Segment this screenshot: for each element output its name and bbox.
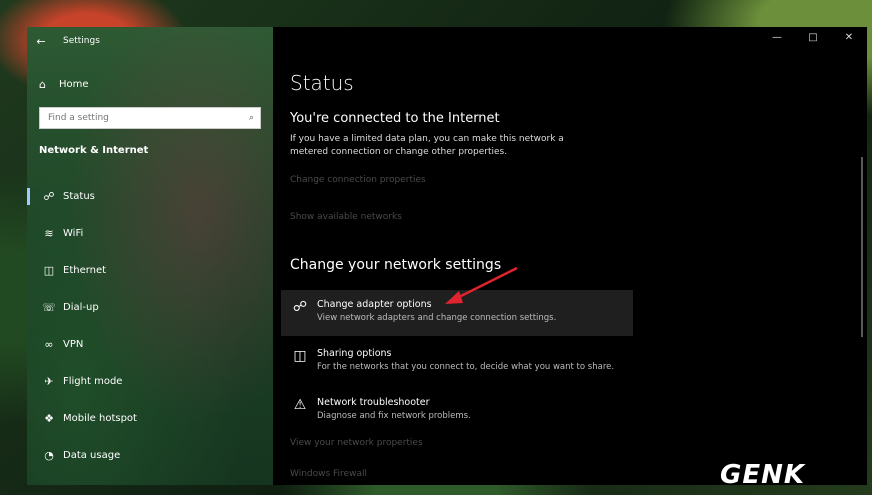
option-description: For the networks that you connect to, de… — [317, 362, 615, 372]
sidebar-item-label: Status — [63, 191, 95, 202]
wifi-icon: ≋ — [44, 227, 54, 240]
title-bar: ← Settings — [27, 27, 273, 55]
option-text: Change adapter options View network adap… — [317, 299, 556, 323]
sidebar-item-label: Ethernet — [63, 265, 107, 276]
sidebar-item-label: Flight mode — [63, 376, 123, 387]
sidebar-item-mobile-hotspot[interactable]: ❖ Mobile hotspot — [27, 400, 273, 437]
window-title: Settings — [63, 36, 100, 46]
nav-list: ☍ Status ≋ WiFi ◫ Ethernet ☏ Dial-up ∞ V… — [27, 178, 273, 474]
option-text: Network troubleshooter Diagnose and fix … — [317, 397, 471, 421]
sidebar-item-label: Mobile hotspot — [63, 413, 137, 424]
change-adapter-options-button[interactable]: ☍ Change adapter options View network ad… — [281, 290, 633, 336]
sidebar-item-label: VPN — [63, 339, 84, 350]
data-usage-icon: ◔ — [44, 449, 54, 462]
sidebar: ← Settings ⌂ Home ⌕ Network & Internet ☍… — [27, 27, 273, 485]
main-content: — □ ✕ Status You're connected to the Int… — [273, 27, 867, 485]
sidebar-item-status[interactable]: ☍ Status — [27, 178, 273, 215]
sidebar-item-wifi[interactable]: ≋ WiFi — [27, 215, 273, 252]
home-icon: ⌂ — [39, 77, 46, 91]
change-settings-heading: Change your network settings — [290, 257, 502, 273]
sidebar-item-data-usage[interactable]: ◔ Data usage — [27, 437, 273, 474]
search-icon[interactable]: ⌕ — [249, 113, 254, 123]
windows-firewall-link[interactable]: Windows Firewall — [290, 469, 367, 479]
search-box[interactable]: ⌕ — [39, 107, 261, 129]
close-icon[interactable]: ✕ — [831, 27, 867, 53]
sidebar-item-dialup[interactable]: ☏ Dial-up — [27, 289, 273, 326]
hotspot-icon: ❖ — [44, 412, 54, 425]
option-description: View network adapters and change connect… — [317, 313, 557, 323]
genk-logo: GENK — [720, 460, 806, 490]
sidebar-item-label: Data usage — [63, 450, 121, 461]
minimize-icon[interactable]: — — [759, 27, 795, 53]
sidebar-item-flight-mode[interactable]: ✈ Flight mode — [27, 363, 273, 400]
airplane-icon: ✈ — [44, 375, 54, 388]
globe-icon: ☍ — [43, 190, 55, 203]
option-text: Sharing options For the networks that yo… — [317, 348, 614, 372]
scrollbar[interactable] — [861, 157, 863, 337]
dialup-icon: ☏ — [42, 301, 56, 314]
back-arrow-icon[interactable]: ← — [27, 35, 55, 48]
search-input[interactable] — [46, 112, 230, 124]
option-title: Network troubleshooter — [317, 397, 430, 408]
section-title: Network & Internet — [39, 145, 149, 156]
adapter-icon: ☍ — [292, 299, 308, 315]
nav-home[interactable]: ⌂ Home — [27, 69, 273, 99]
option-description: Diagnose and fix network problems. — [317, 411, 471, 421]
change-connection-properties-link[interactable]: Change connection properties — [290, 175, 426, 185]
window-controls: — □ ✕ — [759, 27, 867, 53]
sharing-icon: ◫ — [293, 348, 307, 364]
network-troubleshooter-button[interactable]: ⚠ Network troubleshooter Diagnose and fi… — [281, 388, 633, 434]
connection-status-description: If you have a limited data plan, you can… — [290, 134, 564, 157]
sidebar-item-label: Dial-up — [63, 302, 99, 313]
ethernet-icon: ◫ — [43, 264, 55, 277]
settings-window: ← Settings ⌂ Home ⌕ Network & Internet ☍… — [27, 27, 867, 485]
maximize-icon[interactable]: □ — [795, 27, 831, 53]
connection-status-title: You're connected to the Internet — [290, 111, 500, 126]
sharing-options-button[interactable]: ◫ Sharing options For the networks that … — [281, 339, 633, 385]
view-network-properties-link[interactable]: View your network properties — [290, 438, 423, 448]
page-title: Status — [290, 71, 354, 95]
sidebar-item-ethernet[interactable]: ◫ Ethernet — [27, 252, 273, 289]
sidebar-item-label: WiFi — [63, 228, 84, 239]
option-title: Sharing options — [317, 348, 392, 359]
warning-icon: ⚠ — [293, 397, 307, 413]
option-title: Change adapter options — [317, 299, 432, 310]
vpn-icon: ∞ — [44, 338, 54, 351]
show-available-networks-link[interactable]: Show available networks — [290, 212, 402, 222]
sidebar-item-vpn[interactable]: ∞ VPN — [27, 326, 273, 363]
nav-home-label: Home — [59, 78, 89, 90]
